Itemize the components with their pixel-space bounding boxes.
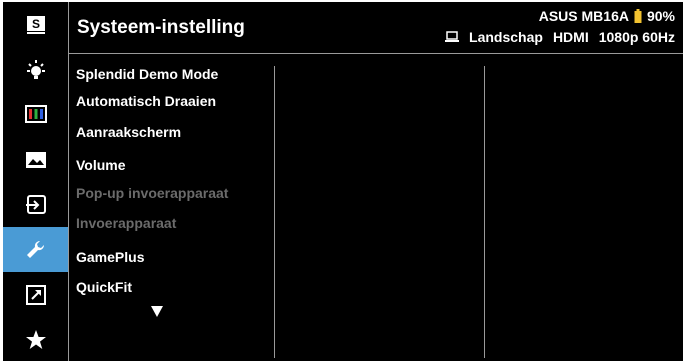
menu-item-touchscreen[interactable]: Aanraakscherm [76, 124, 181, 140]
sidebar-item-blue-light[interactable] [3, 47, 68, 92]
shortcut-icon [25, 284, 46, 305]
sidebar-item-image[interactable] [3, 137, 68, 182]
model-name: ASUS MB16A [538, 8, 629, 24]
resolution-label: 1080p 60Hz [598, 29, 675, 45]
star-icon [25, 329, 46, 349]
input-select-icon [25, 194, 46, 214]
color-icon [24, 104, 47, 123]
wrench-icon [26, 240, 44, 258]
header-divider [68, 53, 683, 54]
menu-item-popup-input-device: Pop-up invoerapparaat [76, 185, 229, 201]
splendid-icon: S [26, 15, 45, 34]
input-label: HDMI [552, 29, 589, 45]
battery-level: 90% [646, 8, 675, 24]
menu-item-splendid-demo-mode[interactable]: Splendid Demo Mode [76, 66, 218, 82]
status-bar: Landschap HDMI 1080p 60Hz [445, 29, 675, 45]
battery-icon [634, 9, 642, 23]
menu-item-gameplus[interactable]: GamePlus [76, 249, 144, 265]
model-info: ASUS MB16A 90% [539, 8, 675, 24]
menu-item-volume[interactable]: Volume [76, 157, 126, 173]
column-divider-2 [484, 66, 485, 358]
menu-item-input-device: Invoerapparaat [76, 215, 177, 231]
blue-light-filter-icon [26, 59, 45, 79]
sidebar-item-color[interactable] [3, 92, 68, 137]
column-divider-1 [274, 66, 275, 358]
scroll-down-arrow-icon[interactable] [151, 306, 163, 317]
sidebar: S [3, 2, 68, 361]
sidebar-divider [68, 2, 69, 361]
image-icon [25, 151, 46, 168]
menu-item-auto-rotate[interactable]: Automatisch Draaien [76, 93, 216, 109]
sidebar-item-system-setup[interactable] [3, 227, 68, 272]
sidebar-item-my-favorite[interactable] [3, 317, 68, 362]
osd-menu: S Systeem-instelling ASUS MB16A 90% Land… [3, 2, 683, 361]
sidebar-item-splendid[interactable]: S [3, 2, 68, 47]
page-title: Systeem-instelling [77, 17, 245, 38]
laptop-orientation-icon [445, 31, 460, 42]
menu-item-quickfit[interactable]: QuickFit [76, 279, 132, 295]
sidebar-item-input-select[interactable] [3, 182, 68, 227]
orientation-label: Landschap [469, 29, 543, 45]
sidebar-item-shortcut[interactable] [3, 272, 68, 317]
svg-text:S: S [31, 17, 39, 31]
